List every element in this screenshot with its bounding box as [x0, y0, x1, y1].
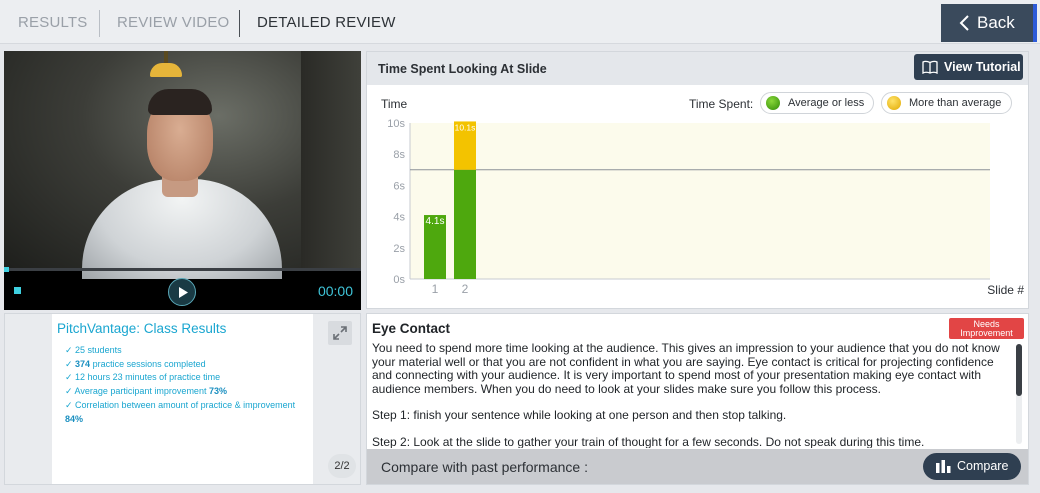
x-tick-label: 2 — [462, 282, 469, 296]
video-player[interactable]: 00:00 — [4, 51, 361, 310]
expand-icon[interactable] — [328, 321, 352, 345]
video-lamp — [150, 63, 182, 77]
slide-bullet: ✓ Correlation between amount of practice… — [65, 399, 315, 413]
feedback-paragraph: You need to spend more time looking at t… — [372, 342, 1000, 396]
badge-line: Improvement — [960, 328, 1013, 338]
chevron-left-icon — [959, 15, 969, 31]
slide-bullet-text: practice sessions completed — [90, 358, 206, 369]
video-progress-handle[interactable] — [4, 267, 9, 272]
slide-bullet-text: ✓ 12 hours 23 minutes of practice time — [65, 372, 221, 383]
slide-page-indicator: 2/2 — [328, 454, 356, 478]
compare-label: Compare with past performance : — [381, 459, 588, 475]
compare-button[interactable]: Compare — [923, 453, 1021, 480]
y-tick-label: 2s — [393, 243, 405, 255]
tab-divider — [239, 10, 240, 37]
video-wall — [301, 51, 361, 268]
compare-bar: Compare with past performance : Compare — [367, 449, 1028, 484]
scrollbar-thumb[interactable] — [1016, 344, 1022, 396]
time-bar-chart: 0s 2s 4s 6s 8s 10s 4.1s 1 10.1s 2 Slide # — [387, 118, 1024, 297]
stop-icon[interactable] — [14, 287, 21, 294]
back-accent-bar — [1033, 4, 1037, 42]
chart-panel-header: Time Spent Looking At Slide View Tutoria… — [367, 52, 1028, 85]
slide-bullet: 84% — [65, 413, 315, 427]
legend-label: More than average — [909, 97, 1002, 109]
y-tick-label: 8s — [393, 149, 405, 161]
slide-bullet-text: ✓ Average participant improvement — [65, 386, 209, 397]
x-tick-label: 1 — [432, 282, 439, 296]
time-on-slide-panel: Time Spent Looking At Slide View Tutoria… — [366, 51, 1029, 309]
slide-margin-left — [5, 314, 52, 484]
back-button-label: Back — [977, 13, 1015, 32]
slide-bullet: ✓ 374 practice sessions completed — [65, 358, 315, 372]
y-tick-label: 0s — [393, 274, 405, 286]
bar-slide-2-below — [454, 169, 476, 279]
needs-improvement-badge: Needs Improvement — [949, 318, 1024, 339]
green-dot-icon — [766, 96, 780, 110]
video-progress-bar[interactable] — [4, 268, 361, 271]
slide-bullet-emphasis: 84% — [65, 413, 84, 424]
legend-label: Average or less — [788, 97, 865, 109]
slide-bullet: ✓ 25 students — [65, 344, 315, 358]
compare-button-label: Compare — [957, 459, 1009, 473]
feedback-title: Eye Contact — [372, 321, 451, 336]
slide-bullet: ✓ 12 hours 23 minutes of practice time — [65, 371, 315, 385]
tab-detailed-review[interactable]: DETAILED REVIEW — [257, 0, 396, 44]
view-tutorial-label: View Tutorial — [944, 60, 1021, 74]
x-axis-label: Slide # — [987, 283, 1024, 297]
time-spent-label: Time Spent: — [689, 97, 754, 111]
y-axis-label: Time — [381, 97, 408, 111]
yellow-dot-icon — [887, 96, 901, 110]
slide-title: PitchVantage: Class Results — [57, 321, 227, 336]
slide-bullet-text: ✓ Correlation between amount of practice… — [65, 399, 296, 410]
video-time: 00:00 — [317, 283, 353, 299]
view-tutorial-button[interactable]: View Tutorial — [914, 54, 1023, 80]
legend-average-or-less: Average or less — [760, 92, 874, 114]
slide-preview: PitchVantage: Class Results ✓ 25 student… — [4, 313, 361, 485]
bar-value-label: 10.1s — [455, 122, 476, 132]
tab-results[interactable]: RESULTS — [18, 0, 87, 44]
slide-bullet-text: ✓ 25 students — [65, 345, 122, 355]
feedback-text[interactable]: You need to spend more time looking at t… — [372, 342, 1012, 448]
slide-bullet-text: ✓ — [65, 358, 76, 369]
y-tick-label: 6s — [393, 180, 405, 192]
eye-contact-feedback: Eye Contact Needs Improvement You need t… — [366, 313, 1029, 485]
video-person-hair — [148, 89, 212, 115]
video-frame — [4, 51, 361, 279]
feedback-paragraph: Step 1: finish your sentence while looki… — [372, 408, 787, 423]
y-tick-label: 4s — [393, 212, 405, 224]
chart-title: Time Spent Looking At Slide — [378, 62, 547, 76]
feedback-paragraph: Step 2: Look at the slide to gather your… — [372, 434, 925, 448]
tab-divider — [99, 10, 100, 37]
slide-bullet-emphasis: 73% — [208, 386, 227, 397]
top-tab-bar: RESULTS REVIEW VIDEO DETAILED REVIEW Bac… — [0, 0, 1040, 44]
legend-more-than-average: More than average — [881, 92, 1012, 114]
slide-bullet: ✓ Average participant improvement 73% — [65, 385, 315, 399]
tab-review-video[interactable]: REVIEW VIDEO — [117, 0, 229, 44]
book-icon — [922, 60, 938, 74]
slide-bullet-list: ✓ 25 students ✓ 374 practice sessions com… — [65, 344, 315, 426]
plot-area — [410, 123, 990, 279]
y-tick-label: 10s — [387, 118, 405, 130]
slide-bullet-emphasis: 374 — [75, 358, 91, 369]
back-button[interactable]: Back — [941, 4, 1033, 42]
bar-chart-icon — [936, 460, 951, 473]
play-button[interactable] — [168, 278, 196, 306]
play-icon — [179, 287, 188, 298]
bar-value-label: 4.1s — [426, 216, 445, 227]
